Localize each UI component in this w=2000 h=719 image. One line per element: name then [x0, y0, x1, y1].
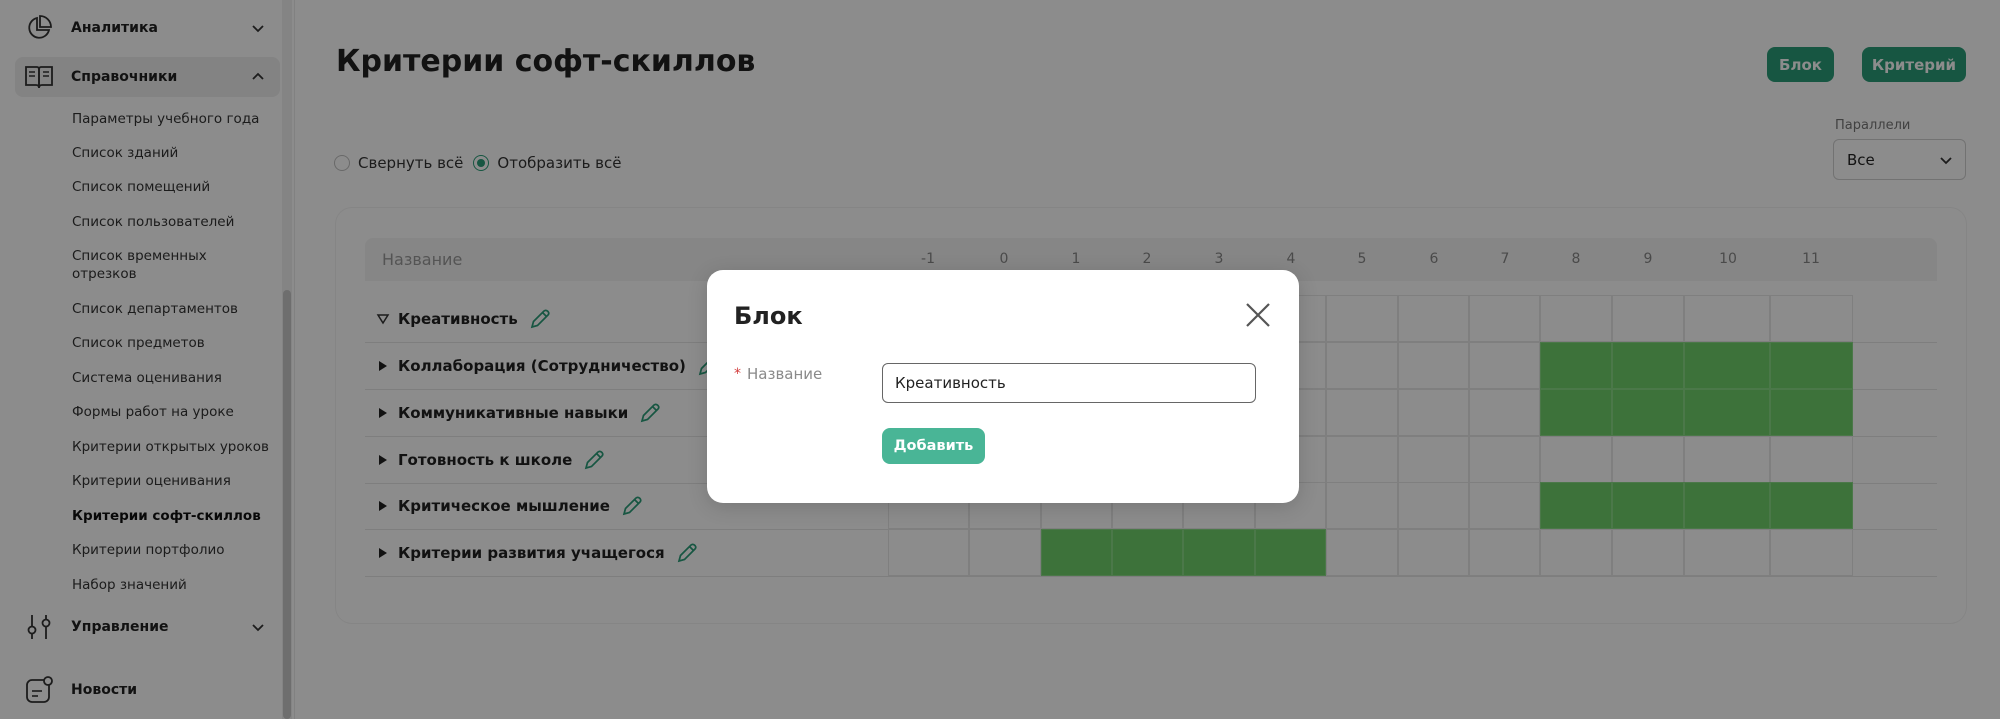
modal-title: Блок	[734, 302, 803, 330]
name-field-label: Название	[747, 365, 823, 383]
required-mark: *	[734, 366, 741, 382]
add-button[interactable]: Добавить	[882, 428, 985, 464]
name-input[interactable]	[882, 363, 1256, 403]
block-modal: Блок * Название Добавить	[707, 270, 1299, 503]
close-icon[interactable]	[1243, 300, 1273, 330]
